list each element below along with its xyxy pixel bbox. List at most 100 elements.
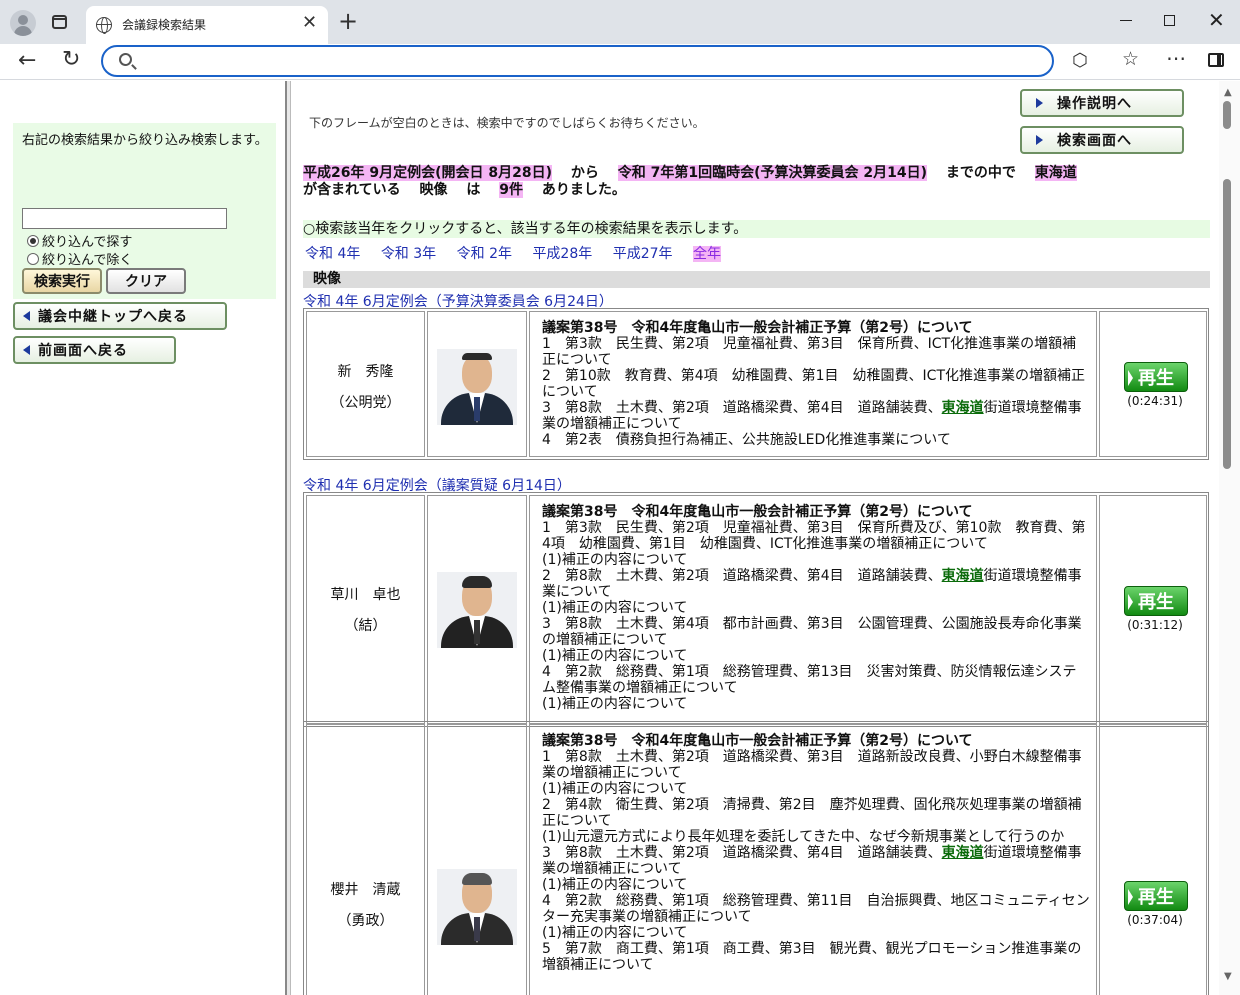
speaker-cell: 櫻井 清蔵 （勇政） [306,724,425,995]
close-icon[interactable]: ✕ [302,12,317,33]
result-card: 新 秀隆 （公明党） 議案第38号 令和4年度亀山市一般会計補正予算（第2号）に… [303,308,1209,460]
search-icon [119,53,132,66]
agenda-line: (1)補正の内容について [542,781,688,797]
agenda-head: 議案第38号 令和4年度亀山市一般会計補正予算（第2号）について [542,504,973,520]
extensions-icon[interactable]: ⬡ [1072,50,1088,71]
back-prev-button[interactable]: 前画面へ戻る [13,336,176,364]
favorites-icon[interactable]: ☆ [1122,48,1139,70]
agenda-line: (1)補正の内容について [542,696,688,712]
maximize-icon[interactable] [1164,15,1175,26]
duration: (0:37:04) [1127,913,1183,927]
summary-ha: は [466,182,481,198]
triangle-right-icon [1036,98,1043,108]
left-frame: 右記の検索結果から絞り込み検索します。 絞り込んで探す 絞り込んで除く 検索実行… [0,81,285,995]
browser-tab-strip: 会議録検索結果 ✕ + ✕ [0,0,1240,44]
reload-icon[interactable]: ↻ [62,47,80,72]
agenda-line: (1)補正の内容について [542,600,688,616]
back-icon[interactable]: ← [18,48,36,73]
radio-narrow-button[interactable] [27,234,39,247]
agenda-line: 1 第3款 民生費、第2項 児童福祉費、第3目 保育所費、ICT化推進事業の増額… [542,336,1077,368]
section-header: 映像 [303,271,1210,288]
year-link[interactable]: 平成27年 [613,246,673,262]
right-frame: 下のフレームが空白のときは、検索中ですのでしばらくお待ちください。 操作説明へ … [291,81,1240,995]
agenda-text: 議案第38号 令和4年度亀山市一般会計補正予算（第2号）について 1 第3款 民… [542,504,1090,712]
search-summary: 平成26年 9月定例会(開会日 8月28日) から 令和 7年第1回臨時会(予算… [303,165,1203,199]
vertical-scrollbar[interactable]: ▲ ▼ [1219,81,1240,995]
scroll-up-icon[interactable]: ▲ [1224,87,1232,98]
wait-notice: 下のフレームが空白のときは、検索中ですのでしばらくお待ちください。 [309,116,705,130]
scrollbar-thumb-small[interactable] [1223,101,1231,129]
portrait-cell [427,495,527,724]
agenda-line: 4 第2款 総務費、第1項 総務管理費、第11目 自治振興費、地区コミュニティセ… [542,893,1090,925]
filter-keyword-input[interactable] [22,208,227,229]
summary-result: ありました。 [541,182,626,198]
year-link[interactable]: 令和 4年 [305,246,360,262]
radio-exclude[interactable]: 絞り込んで除く [27,249,132,268]
summary-from-label: から [570,165,599,181]
speaker-cell: 草川 卓也 （結） [306,495,425,724]
window-close-icon[interactable]: ✕ [1208,8,1225,32]
keyword-highlight: 東海道 [941,845,984,861]
sidebar-icon[interactable] [1208,53,1224,67]
agenda-line: (1)補正の内容について [542,925,688,941]
agenda-text: 議案第38号 令和4年度亀山市一般会計補正予算（第2号）について 1 第8款 土… [542,733,1090,973]
year-link[interactable]: 平成28年 [532,246,592,262]
duration: (0:24:31) [1127,394,1183,408]
speaker-party: （公明党） [330,395,401,411]
more-icon[interactable]: ⋯ [1166,46,1186,70]
play-button[interactable]: 再生 [1124,586,1188,616]
tab-title: 会議録検索結果 [122,18,207,32]
agenda-line: 2 第10款 教育費、第4項 幼稚園費、第1目 幼稚園費、ICT化推進事業の増額… [542,368,1085,400]
year-link[interactable]: 令和 3年 [381,246,436,262]
search-screen-button[interactable]: 検索画面へ [1020,126,1184,154]
address-input[interactable] [143,51,1043,71]
plus-icon[interactable]: + [338,7,358,35]
search-execute-button[interactable]: 検索実行 [22,268,102,294]
profile-icon[interactable] [10,10,36,36]
agenda-head: 議案第38号 令和4年度亀山市一般会計補正予算（第2号）について [542,733,973,749]
summary-to: 令和 7年第1回臨時会(予算決算委員会 2月14日) [617,165,927,181]
filter-panel: 右記の検索結果から絞り込み検索します。 絞り込んで探す 絞り込んで除く 検索実行… [13,123,276,299]
speaker-portrait [437,349,517,425]
agenda-line: 3 第8款 土木費、第2項 道路橋梁費、第4目 道路舗装費、東海道街道環境整備事… [542,400,1082,432]
radio-exclude-label: 絞り込んで除く [42,253,133,268]
speaker-portrait [437,572,517,648]
scrollbar-thumb[interactable] [1223,179,1231,469]
play-button[interactable]: 再生 [1124,362,1188,392]
back-to-top-button[interactable]: 議会中継トップへ戻る [13,302,227,330]
summary-count: 9件 [499,182,523,198]
radio-exclude-button[interactable] [27,252,39,265]
back-to-top-label: 議会中継トップへ戻る [38,309,188,325]
speaker-party: （結） [344,618,387,634]
year-info: ○検索該当年をクリックすると、該当する年の検索結果を表示します。 [303,220,1210,238]
summary-from: 平成26年 9月定例会(開会日 8月28日) [303,165,552,181]
clear-button[interactable]: クリア [106,268,186,294]
radio-narrow[interactable]: 絞り込んで探す [27,231,132,250]
help-label: 操作説明へ [1057,96,1132,112]
agenda-line: (1)補正の内容について [542,648,688,664]
keyword-highlight: 東海道 [941,568,984,584]
year-link-all[interactable]: 全年 [693,246,721,262]
radio-narrow-label: 絞り込んで探す [42,235,133,250]
scroll-down-icon[interactable]: ▼ [1224,971,1232,982]
tabs-icon[interactable] [52,15,67,29]
speaker-cell: 新 秀隆 （公明党） [306,311,425,457]
speaker-name: 新 秀隆 [337,364,394,380]
agenda-cell: 議案第38号 令和4年度亀山市一般会計補正予算（第2号）について 1 第8款 土… [529,724,1097,995]
minimize-icon[interactable] [1120,20,1132,21]
globe-icon [96,17,112,34]
agenda-line: 5 第7款 商工費、第1項 商工費、第3目 観光費、観光プロモーション推進事業の… [542,941,1082,973]
agenda-text: 議案第38号 令和4年度亀山市一般会計補正予算（第2号）について 1 第3款 民… [542,320,1090,448]
agenda-cell: 議案第38号 令和4年度亀山市一般会計補正予算（第2号）について 1 第3款 民… [529,311,1097,457]
browser-toolbar: ← ↻ ⬡ ☆ ⋯ [0,44,1240,80]
agenda-line: 1 第3款 民生費、第2項 児童福祉費、第3目 保育所費及び、第10款 教育費、… [542,520,1086,552]
speaker-name: 草川 卓也 [330,587,401,603]
play-button[interactable]: 再生 [1124,881,1188,911]
agenda-line: (1)山元還元方式により長年処理を委託してきた中、なぜ今新規事業として行うのか [542,829,1065,845]
agenda-head: 議案第38号 令和4年度亀山市一般会計補正予算（第2号）について [542,320,973,336]
browser-tab[interactable]: 会議録検索結果 ✕ [86,6,328,44]
address-bar[interactable] [101,45,1054,77]
year-link[interactable]: 令和 2年 [457,246,512,262]
help-button[interactable]: 操作説明へ [1020,89,1184,117]
portrait-cell [427,311,527,457]
